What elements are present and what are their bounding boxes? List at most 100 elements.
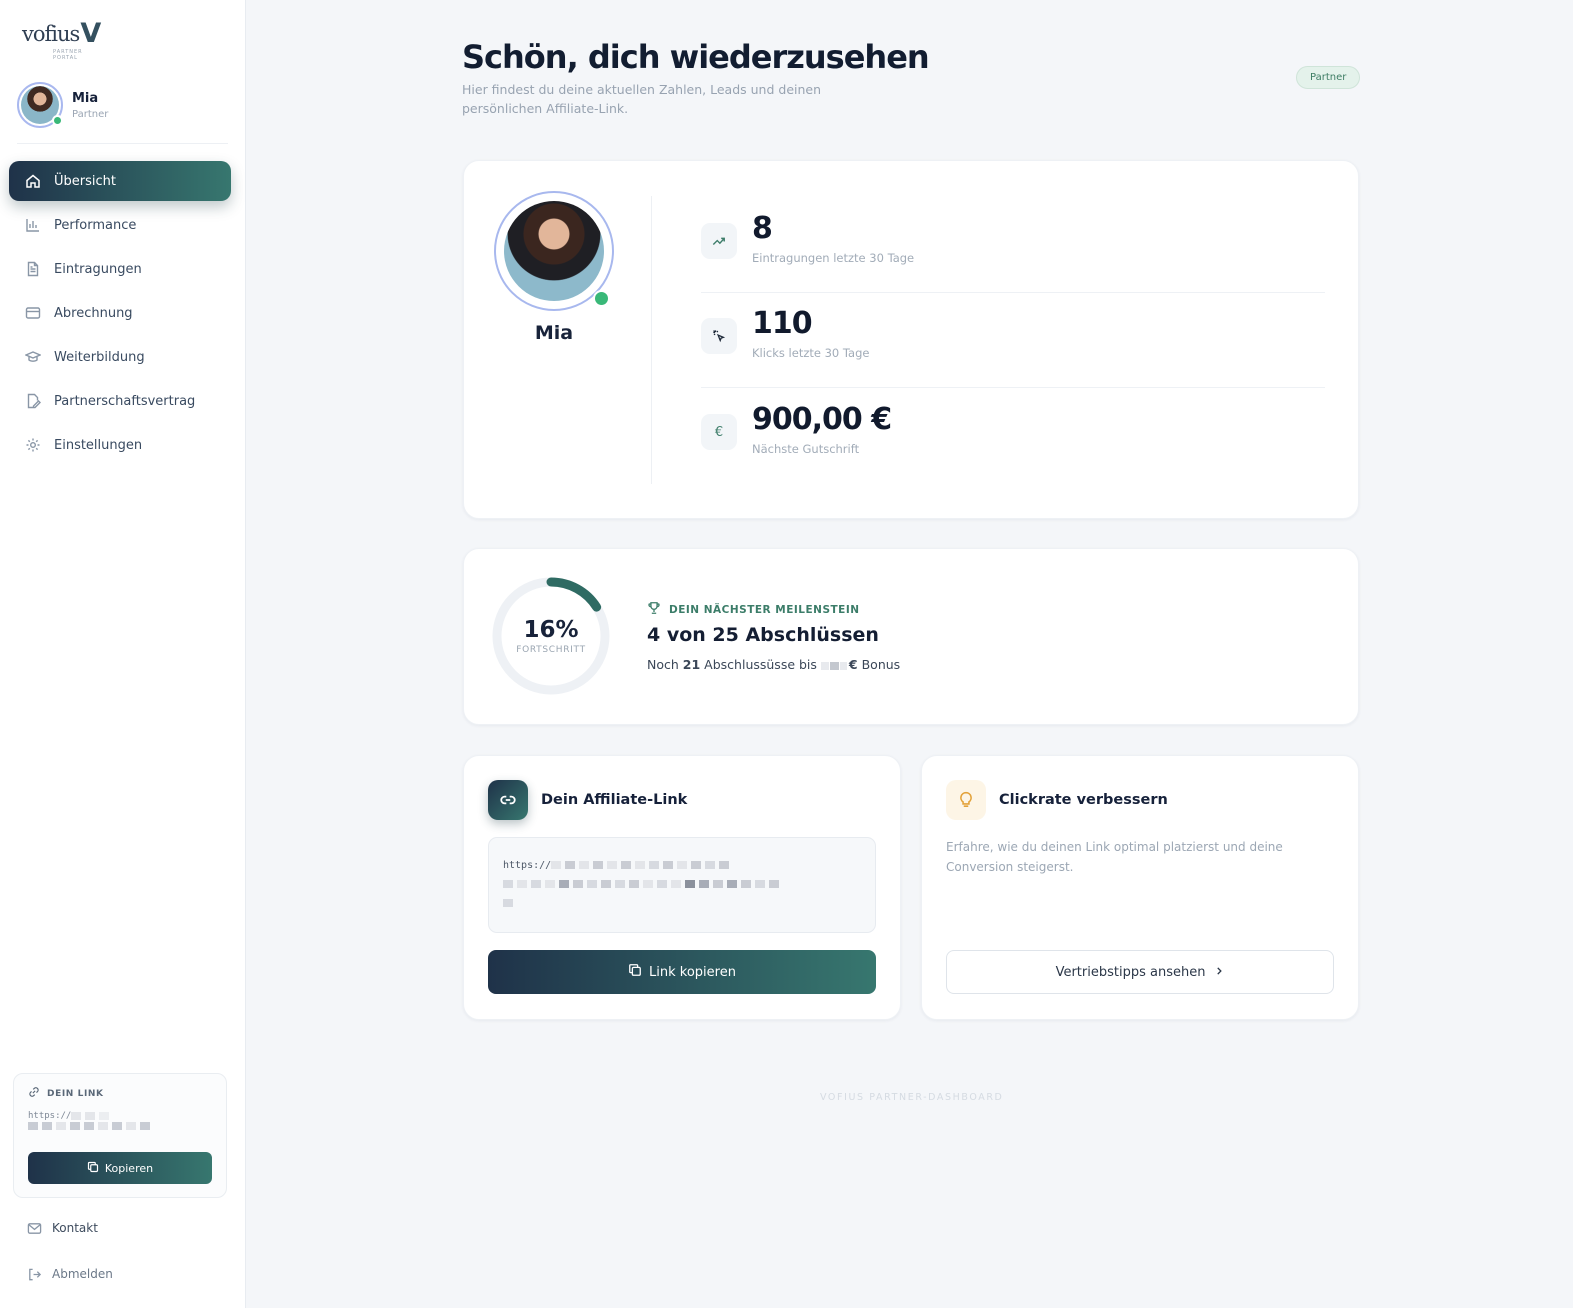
sidebar: vofius V PARTNER PORTAL Mia Partner Über… [0, 0, 246, 1308]
stat-label: Nächste Gutschrift [752, 442, 860, 456]
avatar [17, 82, 63, 128]
home-icon [25, 173, 41, 189]
affiliate-url-field[interactable]: https:// [488, 837, 876, 933]
logo-mark: V [80, 18, 102, 49]
sidebar-copy-label: Kopieren [104, 1161, 154, 1175]
credit-card-icon [25, 305, 41, 321]
profile-card-name: Mia [534, 322, 574, 344]
progress-label: FORTSCHRITT [516, 645, 586, 655]
sales-tips-button[interactable]: Vertriebstipps ansehen [946, 950, 1334, 994]
stat-clicks: 110 Klicks letzte 30 Tage [701, 292, 1325, 388]
sidebar-item-label: Weiterbildung [54, 349, 145, 365]
page-footer: VOFIUS PARTNER-DASHBOARD [820, 1092, 1004, 1103]
online-status-dot [52, 115, 63, 126]
sidebar-item-label: Performance [54, 217, 137, 233]
status-badge: Partner [1296, 66, 1361, 89]
redacted-url [503, 898, 517, 909]
graduation-cap-icon [25, 349, 41, 365]
redacted-url [551, 860, 733, 871]
redacted-url [28, 1121, 154, 1131]
tips-title: Clickrate verbessern [999, 792, 1168, 808]
milestone-sub-prefix: Noch [647, 657, 679, 672]
link-icon [488, 780, 528, 820]
url-prefix: https:// [503, 860, 552, 871]
sidebar-profile[interactable]: Mia Partner [17, 82, 108, 128]
milestone-subtitle: Noch 21 Abschlussüsse bis € Bonus [647, 657, 900, 672]
sidebar-item-abrechnung[interactable]: Abrechnung [9, 293, 231, 333]
logo-tagline: PARTNER PORTAL [53, 49, 83, 61]
profile-photo [504, 201, 604, 301]
clickrate-tips-card: Clickrate verbessern Erfahre, wie du dei… [921, 755, 1359, 1020]
sidebar-item-label: Abrechnung [54, 305, 133, 321]
milestone-heading: DEIN NÄCHSTER MEILENSTEIN [669, 603, 860, 616]
sidebar-item-label: Übersicht [54, 173, 116, 189]
link-icon [28, 1086, 40, 1101]
profile-role: Partner [72, 108, 109, 120]
milestone-title: 4 von 25 Abschlüssen [647, 624, 879, 646]
milestone-sub-middle: Abschlussüsse bis [704, 657, 817, 672]
tips-description: Erfahre, wie du deinen Link optimal plat… [946, 840, 1283, 874]
sidebar-divider [17, 143, 228, 144]
sidebar-item-uebersicht[interactable]: Übersicht [9, 161, 231, 201]
mail-icon [26, 1220, 42, 1236]
cursor-click-icon [701, 318, 737, 354]
affiliate-title: Dein Affiliate-Link [541, 792, 688, 808]
progress-percent: 16% [523, 617, 579, 643]
trophy-icon [647, 601, 661, 618]
copy-icon [87, 1161, 99, 1176]
stat-value: 8 [752, 211, 773, 246]
milestone-card: 16% FORTSCHRITT DEIN NÄCHSTER MEILENSTEI… [463, 548, 1359, 725]
stat-label: Klicks letzte 30 Tage [752, 346, 870, 360]
contact-label: Kontakt [52, 1221, 98, 1235]
copy-link-label: Link kopieren [649, 964, 736, 980]
sidebar-item-label: Eintragungen [54, 261, 142, 277]
sidebar-nav: Übersicht Performance Eintragungen Abrec… [9, 161, 231, 469]
lightbulb-icon [946, 780, 986, 820]
stat-label: Eintragungen letzte 30 Tage [752, 251, 915, 265]
profile-stats-card: Mia 8 Eintragungen letzte 30 Tage 110 Kl… [463, 160, 1359, 519]
sales-tips-label: Vertriebstipps ansehen [1055, 964, 1206, 980]
sidebar-item-label: Einstellungen [54, 437, 143, 453]
profile-avatar [494, 191, 614, 311]
page-subtitle: Hier findest du deine aktuellen Zahlen, … [462, 82, 822, 116]
sidebar-link-title: DEIN LINK [47, 1088, 104, 1099]
contract-edit-icon [25, 393, 41, 409]
gear-icon [25, 437, 41, 453]
logo-word: vofius [22, 22, 80, 46]
trending-up-icon [701, 223, 737, 259]
contact-link[interactable]: Kontakt [26, 1220, 98, 1236]
vertical-divider [651, 196, 652, 484]
vofius-logo[interactable]: vofius V PARTNER PORTAL [22, 18, 102, 61]
sidebar-item-eintragungen[interactable]: Eintragungen [9, 249, 231, 289]
milestone-remaining-count: 21 [682, 657, 701, 672]
logout-link[interactable]: Abmelden [26, 1266, 113, 1282]
sidebar-item-weiterbildung[interactable]: Weiterbildung [9, 337, 231, 377]
logout-label: Abmelden [52, 1267, 113, 1281]
logout-icon [26, 1266, 42, 1282]
sidebar-item-label: Partnerschaftsvertrag [54, 393, 196, 409]
milestone-currency: € [848, 657, 858, 672]
sidebar-item-einstellungen[interactable]: Einstellungen [9, 425, 231, 465]
redacted-url [71, 1111, 113, 1121]
url-prefix: https:// [28, 1111, 72, 1121]
stat-value: 110 [752, 306, 813, 341]
chevron-right-icon [1214, 965, 1224, 980]
profile-name: Mia [72, 90, 99, 106]
stat-value: 900,00 € [752, 402, 892, 437]
milestone-sub-suffix: Bonus [861, 657, 901, 672]
sidebar-link-box: DEIN LINK https:// Kopieren [13, 1073, 227, 1198]
online-status-dot [593, 290, 610, 307]
copy-link-button[interactable]: Link kopieren [488, 950, 876, 994]
copy-icon [628, 963, 642, 981]
page-title: Schön, dich wiederzusehen [462, 38, 930, 76]
bar-chart-icon [25, 217, 41, 233]
stat-credit: € 900,00 € Nächste Gutschrift [701, 388, 1325, 484]
document-icon [25, 261, 41, 277]
sidebar-item-partnerschaftsvertrag[interactable]: Partnerschaftsvertrag [9, 381, 231, 421]
sidebar-copy-button[interactable]: Kopieren [28, 1152, 212, 1184]
redacted-url [503, 879, 783, 890]
sidebar-link-url[interactable]: https:// [28, 1111, 212, 1145]
affiliate-link-card: Dein Affiliate-Link https:// Link kopier… [463, 755, 901, 1020]
stat-entries: 8 Eintragungen letzte 30 Tage [701, 197, 1325, 293]
sidebar-item-performance[interactable]: Performance [9, 205, 231, 245]
